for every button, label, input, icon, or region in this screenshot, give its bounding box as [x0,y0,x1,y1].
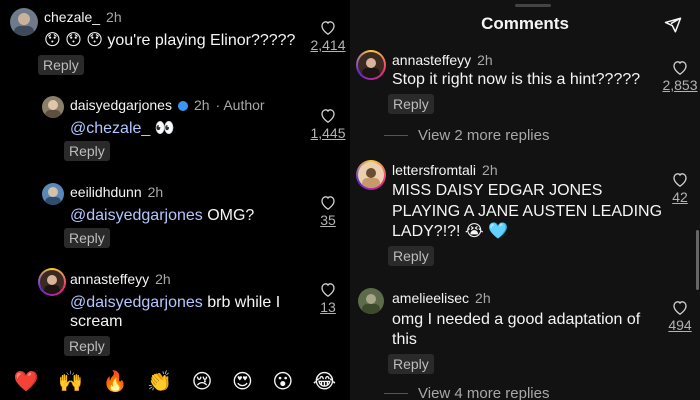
comment-text-body: 👀 [150,120,175,137]
like-area: 35 [308,195,348,228]
scrollbar[interactable] [696,230,699,290]
comment-text: @daisyedgarjones brb while I [70,293,280,313]
emoji-reaction-bar: ❤️ 🙌 🔥 👏 😢 😍 😮 😂 [0,362,350,400]
like-area: 2,853 [660,60,700,93]
like-count[interactable]: 42 [660,189,700,205]
emoji-fire[interactable]: 🔥 [103,369,128,393]
comment-username[interactable]: eeilidhdunn [70,184,142,200]
comment-username[interactable]: daisyedgarjones [70,97,172,113]
avatar[interactable] [42,96,64,118]
comments-title: Comments [481,14,569,33]
like-count[interactable]: 13 [308,299,348,315]
avatar[interactable] [356,50,386,80]
verified-badge-icon [177,101,188,111]
heart-icon[interactable] [672,300,688,315]
like-area: 42 [660,172,700,205]
comment-text: @chezale_ 👀 [70,119,175,139]
like-area: 13 [308,282,348,315]
reply-button[interactable]: Reply [64,336,110,356]
mention-link[interactable]: @daisyedgarjones [70,294,203,311]
comment-text: 😯 😯 😯 you're playing Elinor????? [44,32,296,49]
comment-text-line2: scream [70,313,123,330]
like-count[interactable]: 1,445 [308,125,348,141]
comment-time: 2h [475,290,491,306]
like-count[interactable]: 2,414 [308,37,348,53]
comment-time: 2h [482,162,498,178]
avatar[interactable] [38,268,66,296]
comment-item: chezale_ 2h 😯 😯 😯 you're playing Elinor?… [0,0,350,80]
like-count[interactable]: 35 [308,212,348,228]
comment-item: amelieelisec 2h omg I needed a good adap… [350,286,700,381]
comment-text-body: brb while I [202,294,281,311]
heart-icon[interactable] [320,108,336,123]
comment-time: 2h [106,9,122,25]
left-comments-pane: chezale_ 2h 😯 😯 😯 you're playing Elinor?… [0,0,350,400]
like-area: 2,414 [308,20,348,53]
comment-text: Stop it right now is this a hint????? [392,71,641,88]
comment-text-line1: MISS DAISY EDGAR JONES [392,182,603,199]
comment-text-line3: LADY?!?! 😭 🩵 [392,223,508,240]
emoji-raised-hands[interactable]: 🙌 [58,369,83,393]
comment-text-body: OMG? [202,207,255,224]
comment-item: annasteffeyy 2h @daisyedgarjones brb whi… [0,262,350,357]
author-label: · Author [215,97,265,113]
view-more-replies-label: View 2 more replies [418,127,550,144]
heart-icon[interactable] [320,282,336,297]
comment-username[interactable]: annasteffeyy [70,271,149,287]
emoji-clap[interactable]: 👏 [147,369,172,393]
like-count[interactable]: 494 [660,317,700,333]
comment-time: 2h [477,52,493,68]
comment-time: 2h [147,184,164,200]
right-comments-pane: Comments annasteffeyy 2h Stop it right n… [350,0,700,400]
like-area: 1,445 [308,108,348,141]
heart-icon[interactable] [672,60,688,75]
comment-item: annasteffeyy 2h Stop it right now is thi… [350,46,700,126]
view-more-replies-button[interactable]: View 4 more replies [384,385,549,400]
reply-button[interactable]: Reply [388,246,434,266]
reply-button[interactable]: Reply [38,55,84,75]
comment-username[interactable]: chezale_ [44,9,100,25]
heart-icon[interactable] [320,20,336,35]
comment-text-line2: PLAYING A JANE AUSTEN LEADING [392,203,663,220]
comment-username[interactable]: amelieelisec [392,290,469,306]
emoji-crying[interactable]: 😢 [192,369,213,393]
drag-handle[interactable] [515,4,551,7]
emoji-laughing[interactable]: 😂 [313,369,336,393]
comment-time: 2h [193,97,210,113]
like-count[interactable]: 2,853 [660,77,700,93]
thread-line [384,393,408,394]
comment-item: daisyedgarjones 2h · Author @chezale_ 👀 … [0,88,350,168]
view-more-replies-button[interactable]: View 2 more replies [384,127,549,144]
emoji-heart-eyes[interactable]: 😍 [232,369,253,393]
view-more-replies-label: View 4 more replies [418,385,550,400]
thread-line [384,135,408,136]
comment-text-line1: omg I needed a good adaptation of [392,311,641,328]
emoji-surprised[interactable]: 😮 [272,369,293,393]
avatar[interactable] [10,8,38,36]
reply-button[interactable]: Reply [388,94,434,114]
share-icon[interactable] [664,16,682,34]
reply-button[interactable]: Reply [388,354,434,374]
comment-username[interactable]: annasteffeyy [392,52,471,68]
reply-button[interactable]: Reply [64,141,110,161]
reply-button[interactable]: Reply [64,228,110,248]
heart-icon[interactable] [320,195,336,210]
emoji-heart[interactable]: ❤️ [14,369,39,393]
mention-link[interactable]: @daisyedgarjones [70,207,203,224]
mention-link[interactable]: @chezale_ [70,120,150,137]
avatar[interactable] [356,160,386,190]
comment-text: @daisyedgarjones OMG? [70,206,254,226]
like-area: 494 [660,300,700,333]
avatar[interactable] [42,183,64,205]
comment-item: eeilidhdunn 2h @daisyedgarjones OMG? Rep… [0,175,350,255]
comment-time: 2h [155,271,171,287]
comment-text-line2: this [392,331,417,348]
comment-username[interactable]: lettersfromtali [392,162,476,178]
avatar[interactable] [358,288,384,314]
comment-item: lettersfromtali 2h MISS DAISY EDGAR JONE… [350,158,700,268]
heart-icon[interactable] [672,172,688,187]
